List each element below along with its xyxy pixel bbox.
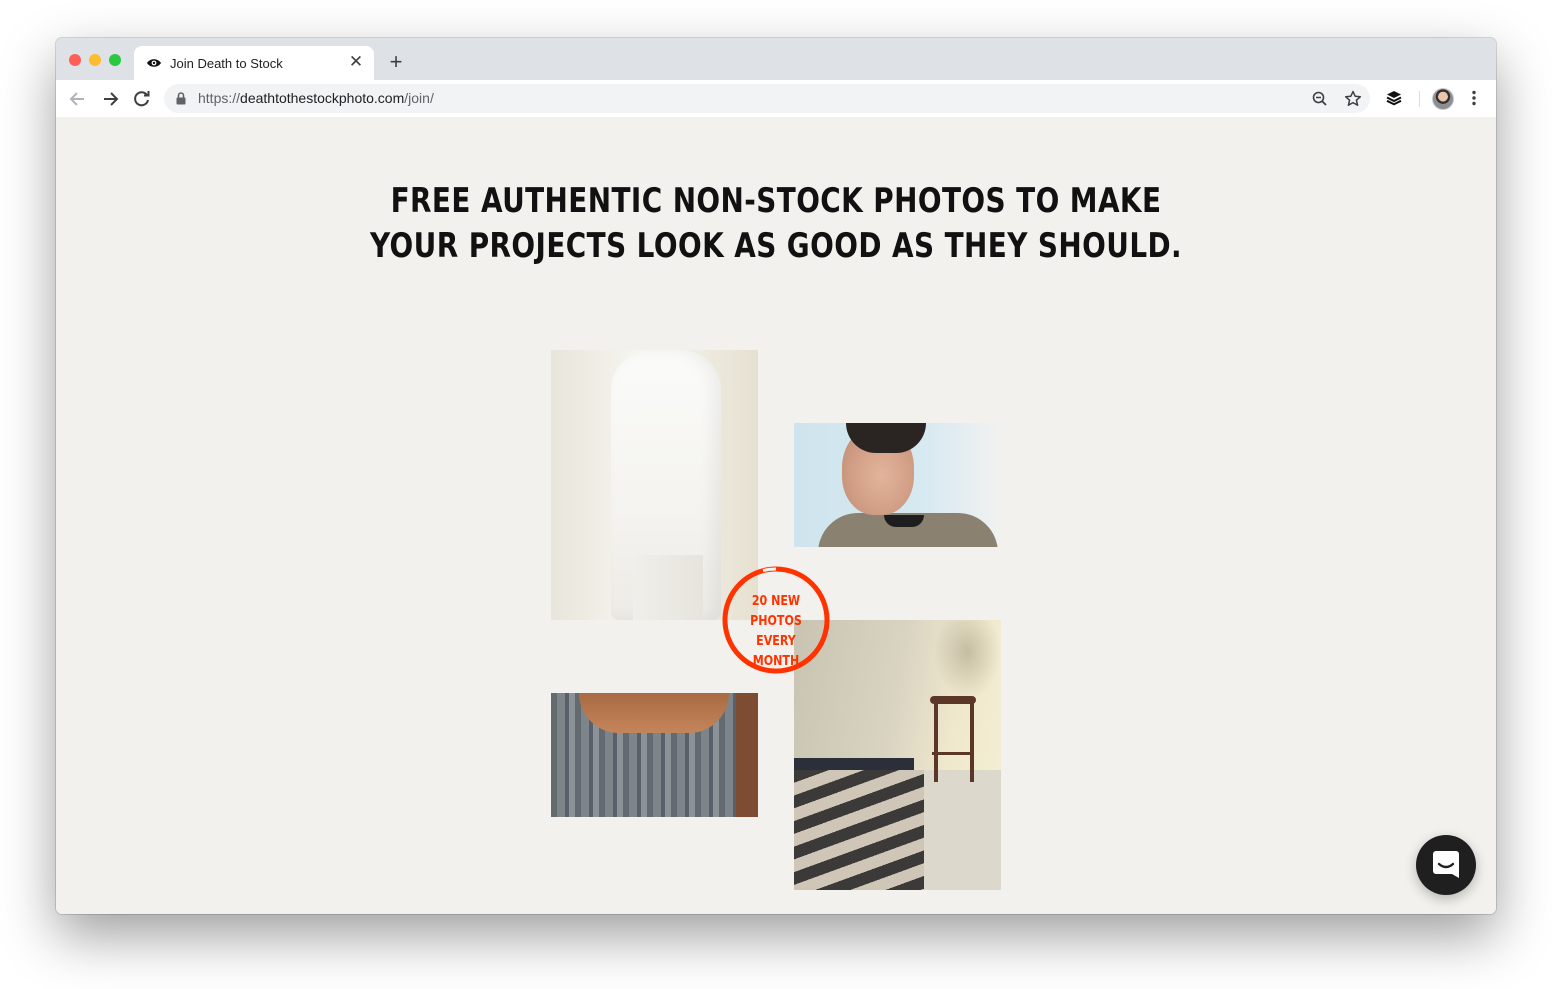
back-arrow-icon[interactable] — [67, 88, 89, 110]
badge-line-2: PHOTOS EVERY — [750, 613, 802, 649]
new-tab-button[interactable]: + — [384, 50, 408, 74]
lock-icon — [176, 92, 186, 105]
wall-shape — [736, 693, 758, 817]
close-window-button[interactable] — [69, 54, 81, 66]
striped-blanket-shape — [794, 770, 924, 890]
forward-arrow-icon[interactable] — [99, 88, 121, 110]
reload-icon[interactable] — [131, 88, 153, 110]
photo-man-portrait[interactable] — [794, 423, 1001, 547]
hair-shape — [579, 693, 729, 733]
kebab-menu-icon[interactable] — [1464, 88, 1484, 108]
tree-shadow-shape — [934, 620, 1001, 700]
tab-title: Join Death to Stock — [170, 56, 283, 71]
stool-leg-shape — [934, 702, 938, 782]
stool-rung-shape — [932, 752, 974, 755]
headline-line-2: YOUR PROJECTS LOOK AS GOOD AS THEY SHOUL… — [369, 226, 1183, 266]
url-text: https://deathtothestockphoto.com/join/ — [198, 90, 434, 106]
eye-icon — [147, 59, 161, 67]
address-bar[interactable]: https://deathtothestockphoto.com/join/ — [164, 84, 1370, 113]
badge-line-3: MONTH — [752, 653, 800, 669]
white-trousers-shape — [633, 555, 703, 620]
url-host: deathtothestockphoto.com — [240, 90, 405, 106]
url-scheme: https:// — [198, 90, 241, 106]
chat-smile-icon — [1433, 851, 1459, 878]
layers-icon[interactable] — [1384, 88, 1404, 108]
star-icon[interactable] — [1343, 89, 1363, 109]
tab-join-death-to-stock[interactable]: Join Death to Stock ✕ — [134, 46, 374, 80]
maximize-window-button[interactable] — [109, 54, 121, 66]
headline-line-1: FREE AUTHENTIC NON-STOCK PHOTOS TO MAKE — [390, 181, 1162, 221]
close-tab-icon[interactable]: ✕ — [346, 52, 366, 72]
new-photos-badge: 20 NEW PHOTOS EVERY MONTH — [721, 565, 831, 675]
collar-shape — [884, 515, 924, 527]
toolbar-separator — [1419, 91, 1420, 107]
browser-window: Join Death to Stock ✕ + https://deathtot… — [56, 38, 1496, 914]
chat-launcher-button[interactable] — [1416, 835, 1476, 895]
url-path: /join/ — [404, 90, 434, 106]
badge-line-1: 20 NEW — [751, 593, 801, 609]
tab-strip: Join Death to Stock ✕ + — [56, 38, 1496, 80]
zoom-out-icon[interactable] — [1310, 89, 1330, 109]
browser-toolbar: https://deathtothestockphoto.com/join/ — [56, 80, 1496, 118]
stool-leg-shape — [970, 702, 974, 782]
minimize-window-button[interactable] — [89, 54, 101, 66]
page-content: FREE AUTHENTIC NON-STOCK PHOTOS TO MAKE … — [56, 117, 1496, 914]
page-headline: FREE AUTHENTIC NON-STOCK PHOTOS TO MAKE … — [186, 179, 1367, 269]
photo-plaid-jacket[interactable] — [551, 693, 758, 817]
badge-text: 20 NEW PHOTOS EVERY MONTH — [731, 591, 821, 671]
avatar[interactable] — [1432, 88, 1454, 110]
